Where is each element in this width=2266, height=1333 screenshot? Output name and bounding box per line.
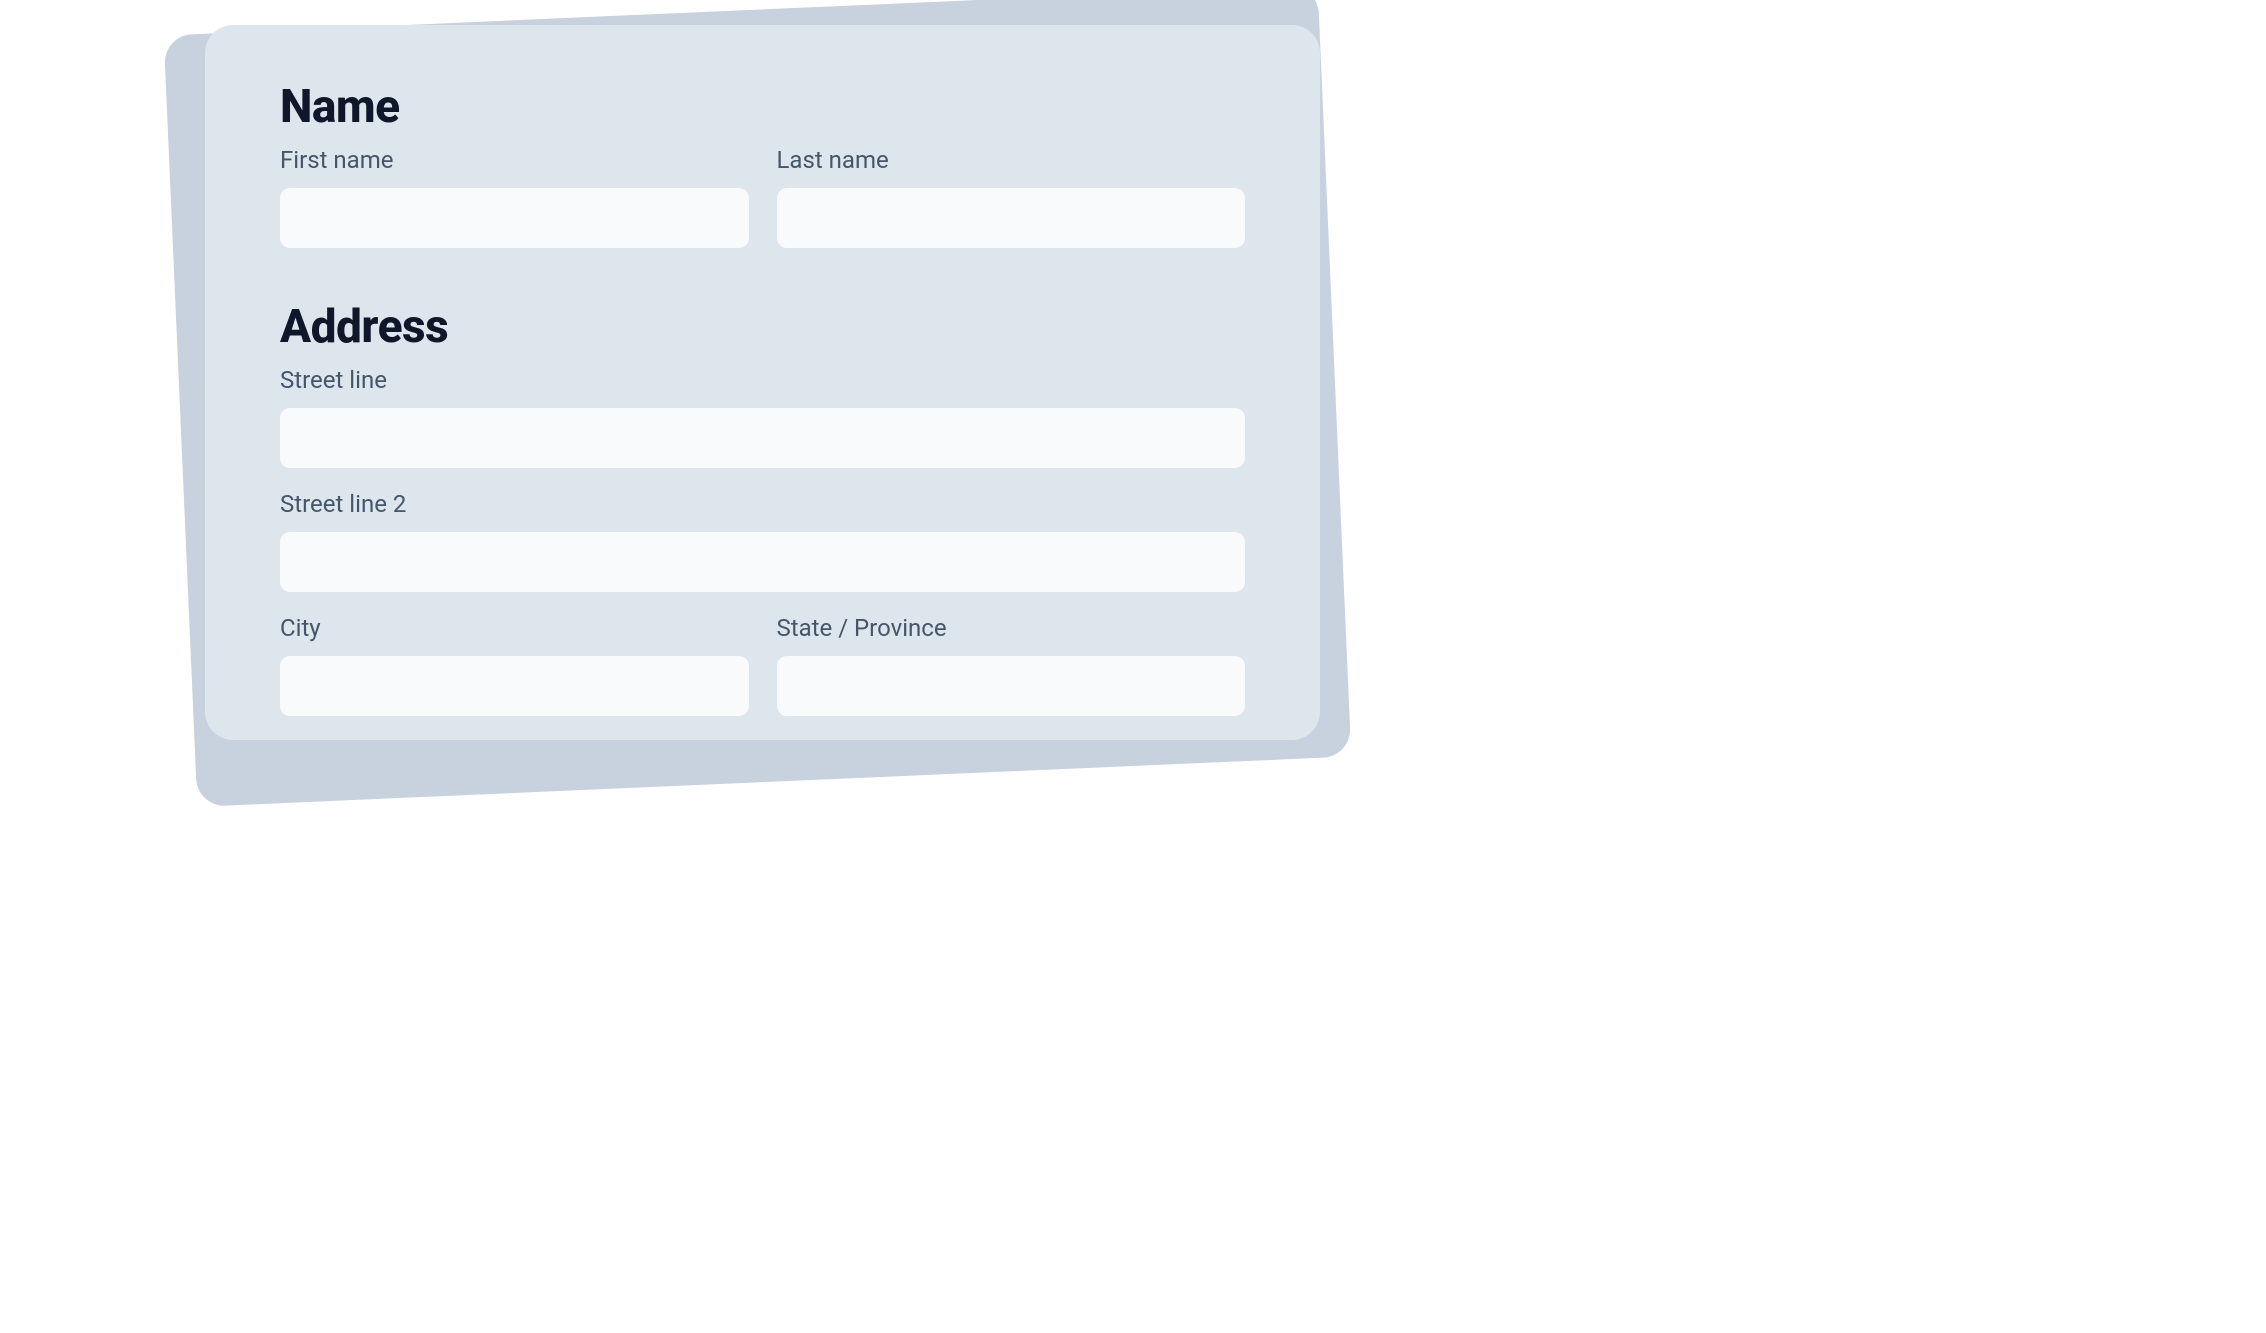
- city-group: City: [280, 614, 749, 716]
- section-title-name: Name: [280, 80, 1245, 134]
- name-section: Name First name Last name: [280, 80, 1245, 270]
- last-name-group: Last name: [777, 146, 1246, 248]
- first-name-label: First name: [280, 146, 749, 174]
- state-group: State / Province: [777, 614, 1246, 716]
- city-input[interactable]: [280, 656, 749, 716]
- section-title-address: Address: [280, 300, 1245, 354]
- street1-input[interactable]: [280, 408, 1245, 468]
- street2-label: Street line 2: [280, 490, 1245, 518]
- state-input[interactable]: [777, 656, 1246, 716]
- form-card: Name First name Last name Address Street…: [205, 25, 1320, 740]
- city-state-row: City State / Province: [280, 614, 1245, 738]
- name-row: First name Last name: [280, 146, 1245, 270]
- last-name-label: Last name: [777, 146, 1246, 174]
- street2-group: Street line 2: [280, 490, 1245, 592]
- city-label: City: [280, 614, 749, 642]
- form-card-stack: Name First name Last name Address Street…: [180, 10, 1340, 800]
- street2-input[interactable]: [280, 532, 1245, 592]
- state-label: State / Province: [777, 614, 1246, 642]
- first-name-input[interactable]: [280, 188, 749, 248]
- street1-group: Street line: [280, 366, 1245, 468]
- last-name-input[interactable]: [777, 188, 1246, 248]
- address-section: Address Street line Street line 2 City S…: [280, 300, 1245, 738]
- street1-label: Street line: [280, 366, 1245, 394]
- first-name-group: First name: [280, 146, 749, 248]
